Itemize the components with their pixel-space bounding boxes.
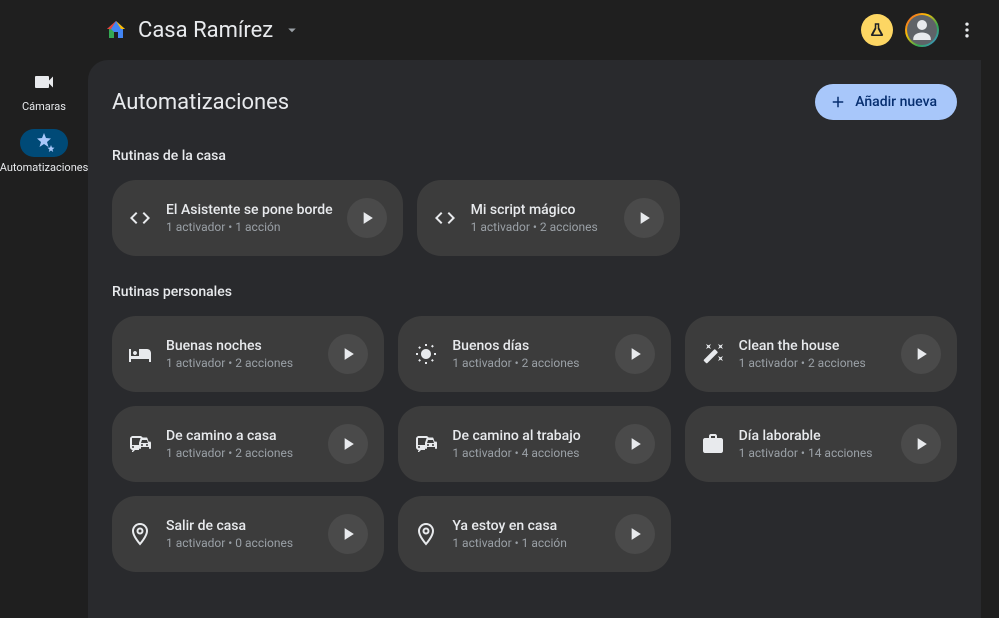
card-title: Ya estoy en casa (452, 518, 600, 534)
add-new-button[interactable]: Añadir nueva (815, 84, 957, 120)
routine-card[interactable]: Buenas noches 1 activador • 2 acciones (112, 316, 384, 392)
card-title: El Asistente se pone borde (166, 202, 333, 218)
card-text: De camino a casa 1 activador • 2 accione… (166, 428, 314, 460)
card-text: Clean the house 1 activador • 2 acciones (739, 338, 887, 370)
google-home-logo-icon (104, 18, 128, 42)
more-vert-icon (957, 20, 977, 40)
routine-card[interactable]: De camino al trabajo 1 activador • 4 acc… (398, 406, 670, 482)
card-title: Buenas noches (166, 338, 314, 354)
card-subtitle: 1 activador • 2 acciones (166, 446, 314, 460)
play-button[interactable] (615, 334, 655, 374)
play-icon (911, 344, 931, 364)
sidebar: Cámaras Automatizaciones (0, 60, 88, 618)
card-subtitle: 1 activador • 2 acciones (739, 356, 887, 370)
play-button[interactable] (328, 514, 368, 554)
card-subtitle: 1 activador • 4 acciones (452, 446, 600, 460)
sidebar-item-label: Automatizaciones (0, 161, 88, 174)
chevron-down-icon[interactable] (283, 21, 301, 39)
commute-icon (414, 432, 438, 456)
play-icon (338, 524, 358, 544)
card-text: El Asistente se pone borde 1 activador •… (166, 202, 333, 234)
play-button[interactable] (615, 514, 655, 554)
routine-card[interactable]: De camino a casa 1 activador • 2 accione… (112, 406, 384, 482)
business-icon (701, 432, 725, 456)
card-title: De camino al trabajo (452, 428, 600, 444)
section-title-personal: Rutinas personales (112, 284, 957, 300)
play-button[interactable] (328, 334, 368, 374)
flask-icon (868, 21, 886, 39)
play-icon (911, 434, 931, 454)
play-button[interactable] (624, 198, 664, 238)
card-title: Clean the house (739, 338, 887, 354)
card-title: Buenos días (452, 338, 600, 354)
card-title: Día laborable (739, 428, 887, 444)
card-title: Salir de casa (166, 518, 314, 534)
sidebar-item-cameras[interactable]: Cámaras (0, 68, 88, 113)
personal-routines-grid: Buenas noches 1 activador • 2 acciones B… (112, 316, 957, 572)
routine-card[interactable]: Salir de casa 1 activador • 0 acciones (112, 496, 384, 572)
commute-icon (128, 432, 152, 456)
card-text: Buenos días 1 activador • 2 acciones (452, 338, 600, 370)
play-icon (338, 344, 358, 364)
routine-card[interactable]: Día laborable 1 activador • 14 acciones (685, 406, 957, 482)
experiment-button[interactable] (861, 14, 893, 46)
camera-icon (32, 70, 56, 94)
routine-card[interactable]: Ya estoy en casa 1 activador • 1 acción (398, 496, 670, 572)
card-title: De camino a casa (166, 428, 314, 444)
routine-card[interactable]: Buenos días 1 activador • 2 acciones (398, 316, 670, 392)
more-menu-button[interactable] (951, 14, 983, 46)
play-button[interactable] (328, 424, 368, 464)
routine-card[interactable]: Mi script mágico 1 activador • 2 accione… (417, 180, 680, 256)
card-subtitle: 1 activador • 14 acciones (739, 446, 887, 460)
sidebar-item-automations[interactable]: Automatizaciones (0, 129, 88, 174)
main-content: Automatizaciones Añadir nueva Rutinas de… (88, 60, 981, 618)
play-icon (625, 524, 645, 544)
card-subtitle: 1 activador • 1 acción (166, 220, 333, 234)
bed-icon (128, 342, 152, 366)
play-icon (625, 344, 645, 364)
card-subtitle: 1 activador • 2 acciones (452, 356, 600, 370)
card-text: De camino al trabajo 1 activador • 4 acc… (452, 428, 600, 460)
section-title-house: Rutinas de la casa (112, 148, 957, 164)
wand-icon (701, 342, 725, 366)
plus-icon (829, 93, 847, 111)
card-text: Buenas noches 1 activador • 2 acciones (166, 338, 314, 370)
card-subtitle: 1 activador • 0 acciones (166, 536, 314, 550)
play-button[interactable] (347, 198, 387, 238)
play-button[interactable] (901, 334, 941, 374)
play-icon (634, 208, 654, 228)
card-title: Mi script mágico (471, 202, 610, 218)
play-icon (338, 434, 358, 454)
location-icon (128, 522, 152, 546)
house-routines-grid: El Asistente se pone borde 1 activador •… (112, 180, 957, 256)
play-button[interactable] (901, 424, 941, 464)
header: Casa Ramírez (0, 0, 999, 60)
card-subtitle: 1 activador • 2 acciones (471, 220, 610, 234)
add-button-label: Añadir nueva (855, 94, 937, 110)
sidebar-item-label: Cámaras (22, 100, 66, 113)
play-icon (625, 434, 645, 454)
avatar[interactable] (905, 13, 939, 47)
routine-card[interactable]: Clean the house 1 activador • 2 acciones (685, 316, 957, 392)
automation-icon (32, 131, 56, 155)
card-text: Día laborable 1 activador • 14 acciones (739, 428, 887, 460)
card-text: Mi script mágico 1 activador • 2 accione… (471, 202, 610, 234)
house-name[interactable]: Casa Ramírez (138, 18, 273, 43)
sun-icon (414, 342, 438, 366)
card-subtitle: 1 activador • 1 acción (452, 536, 600, 550)
play-button[interactable] (615, 424, 655, 464)
page-title: Automatizaciones (112, 90, 815, 115)
location-icon (414, 522, 438, 546)
card-subtitle: 1 activador • 2 acciones (166, 356, 314, 370)
card-text: Ya estoy en casa 1 activador • 1 acción (452, 518, 600, 550)
routine-card[interactable]: El Asistente se pone borde 1 activador •… (112, 180, 403, 256)
code-icon (128, 206, 152, 230)
card-text: Salir de casa 1 activador • 0 acciones (166, 518, 314, 550)
code-icon (433, 206, 457, 230)
play-icon (357, 208, 377, 228)
